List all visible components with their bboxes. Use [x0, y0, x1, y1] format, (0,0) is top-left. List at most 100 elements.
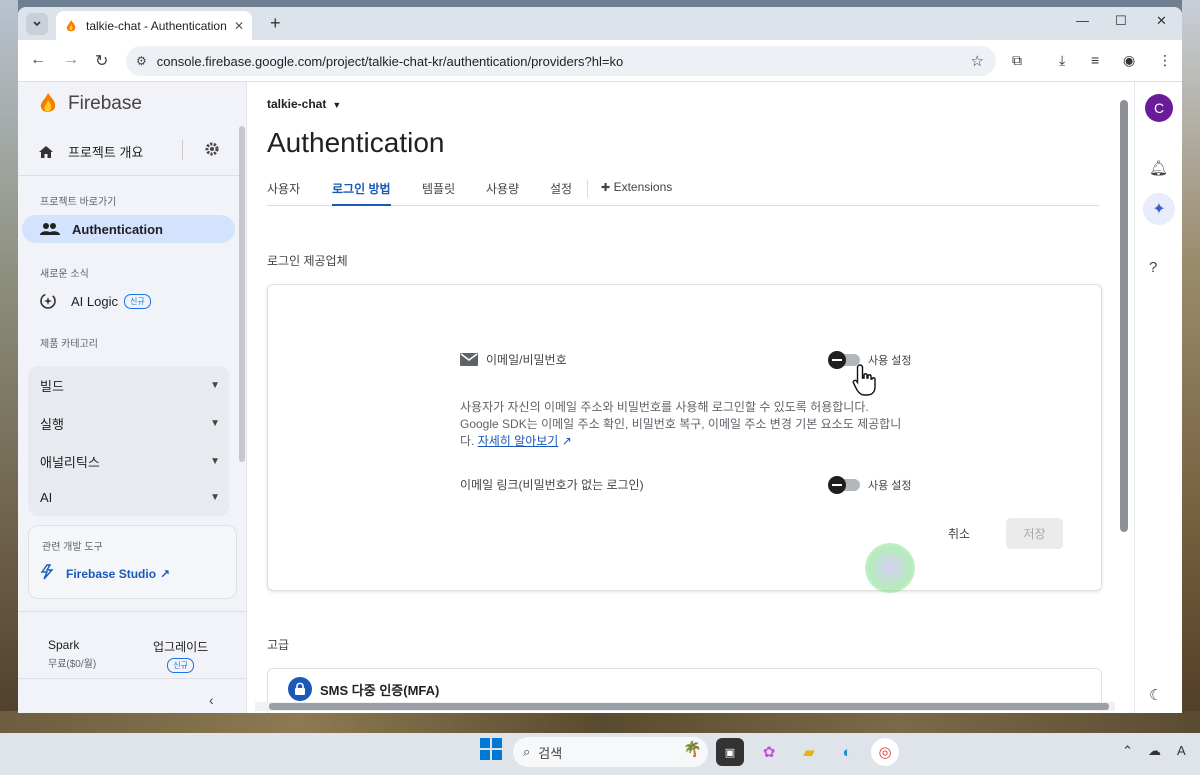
description-suffix: 다. [460, 434, 475, 448]
browser-tab[interactable]: talkie-chat - Authentication - F ✕ [56, 11, 252, 40]
windows-start-icon[interactable] [480, 738, 502, 760]
new-badge: 신규 [167, 658, 194, 673]
firebase-studio-link[interactable]: Firebase Studio ↗ [40, 564, 170, 583]
firebase-sidebar: Firebase 프로젝트 개요 프로젝트 바로가기 Authenticatio… [18, 82, 247, 713]
click-highlight [865, 543, 915, 593]
category-run[interactable]: 실행 ▼ [40, 414, 220, 433]
firebase-logo[interactable]: Firebase [38, 92, 142, 116]
search-highlight-icon: 🌴 [683, 741, 702, 758]
sidebar-item-authentication[interactable]: Authentication [22, 215, 235, 243]
taskbar-search[interactable]: ⌕ 검색 🌴 [513, 737, 708, 767]
site-info-icon[interactable]: ⚙ [136, 54, 147, 68]
sms-mfa-row[interactable]: SMS 다중 인증(MFA) [288, 677, 439, 701]
providers-heading: 로그인 제공업체 [267, 254, 348, 268]
extensions-icon[interactable]: ⧉ [1012, 52, 1022, 69]
vertical-scrollbar[interactable] [1120, 100, 1128, 532]
description-line-2: Google SDK는 이메일 주소 확인, 비밀번호 복구, 이메일 주소 변… [460, 417, 902, 431]
tab-close-icon[interactable]: ✕ [234, 19, 244, 33]
media-controls-icon[interactable]: ≡ [1091, 52, 1099, 68]
tab-usage[interactable]: 사용량 [486, 180, 519, 206]
project-selector[interactable]: talkie-chat ▼ [267, 97, 341, 111]
tab-users[interactable]: 사용자 [267, 180, 300, 206]
avatar[interactable]: C [1145, 94, 1173, 122]
sidebar-scrollbar[interactable] [239, 126, 245, 462]
main-content: talkie-chat ▼ Authentication 사용자 로그인 방법 템… [247, 82, 1130, 713]
category-ai[interactable]: AI ▼ [40, 490, 220, 505]
browser-window: talkie-chat - Authentication - F ✕ + — ☐… [18, 7, 1182, 713]
upgrade-label: 업그레이드 [153, 640, 209, 654]
cancel-button[interactable]: 취소 [948, 525, 970, 542]
plan-name: Spark [48, 638, 80, 652]
tab-title: talkie-chat - Authentication - F [86, 18, 228, 33]
email-link-toggle[interactable]: 사용 설정 [828, 476, 912, 494]
advanced-heading: 고급 [267, 638, 290, 652]
gear-icon[interactable] [204, 141, 220, 157]
ime-indicator[interactable]: A [1177, 743, 1186, 758]
copilot-icon[interactable]: ✿ [755, 738, 783, 766]
maximize-icon[interactable]: ☐ [1115, 13, 1127, 29]
toggle-track [828, 476, 860, 494]
file-explorer-icon[interactable]: ▰ [795, 738, 823, 766]
close-window-icon[interactable]: ✕ [1156, 13, 1167, 29]
chevron-down-icon: ▼ [210, 456, 220, 467]
desktop-wallpaper-left [0, 0, 18, 740]
divider [18, 611, 247, 612]
minimize-icon[interactable]: — [1076, 13, 1089, 28]
page-tabs: 사용자 로그인 방법 템플릿 사용량 설정 ✚ Extensions [267, 180, 1099, 206]
page-title: Authentication [267, 127, 445, 158]
collapse-sidebar-icon[interactable]: ‹ [209, 692, 214, 708]
download-icon[interactable]: ⤓ [1059, 52, 1065, 69]
tab-extensions[interactable]: ✚ Extensions [601, 180, 672, 206]
forward-arrow-icon[interactable]: → [63, 51, 79, 69]
task-view-icon[interactable]: ▣ [716, 738, 744, 766]
upgrade-button[interactable]: 업그레이드 신규 [153, 638, 208, 673]
provider-description: 사용자가 자신의 이메일 주소와 비밀번호를 사용해 로그인할 수 있도록 허용… [460, 399, 920, 450]
category-label: 빌드 [40, 379, 64, 394]
learn-more-link[interactable]: 자세히 알아보기 [478, 434, 559, 448]
reload-icon[interactable]: ↻ [95, 51, 108, 71]
brand-name: Firebase [68, 93, 142, 114]
tab-strip: talkie-chat - Authentication - F ✕ + — ☐… [18, 7, 1182, 40]
profile-icon[interactable]: ◉ [1123, 52, 1135, 69]
chevron-down-icon [33, 21, 41, 27]
sms-mfa-label: SMS 다중 인증(MFA) [320, 682, 440, 698]
mail-icon [460, 353, 478, 366]
more-menu-icon[interactable]: ⋮ [1158, 52, 1172, 69]
back-arrow-icon[interactable]: ← [30, 51, 46, 69]
tab-sign-in-method[interactable]: 로그인 방법 [332, 180, 391, 206]
chevron-down-icon: ▼ [210, 492, 220, 503]
bookmark-star-icon[interactable]: ☆ [971, 52, 984, 70]
edge-icon[interactable]: ◐ [833, 738, 861, 766]
email-link-label: 이메일 링크(비밀번호가 없는 로그인) [460, 478, 644, 492]
tab-search-button[interactable] [26, 13, 48, 35]
url-text: console.firebase.google.com/project/talk… [156, 53, 624, 69]
chrome-icon[interactable]: ◎ [871, 738, 899, 766]
category-build[interactable]: 빌드 ▼ [40, 376, 220, 395]
tray-chevron-icon[interactable]: ⌃ [1122, 743, 1133, 759]
search-icon: ⌕ [523, 744, 531, 759]
hand-cursor-icon [852, 364, 876, 396]
new-tab-button[interactable]: + [270, 13, 281, 34]
sidebar-item-ai-logic[interactable]: AI Logic 신규 [38, 292, 151, 310]
plan-price: 무료($0/월) [48, 659, 97, 670]
help-icon[interactable]: ? [1149, 259, 1157, 276]
new-badge: 신규 [123, 293, 151, 309]
address-bar[interactable]: ⚙ console.firebase.google.com/project/ta… [126, 46, 996, 76]
toggle-knob [828, 351, 846, 369]
lock-icon [288, 677, 312, 701]
bell-icon[interactable]: 🔔︎ [1149, 159, 1168, 177]
horizontal-scrollbar[interactable] [255, 702, 1115, 711]
divider [18, 175, 247, 176]
tab-settings[interactable]: 설정 [550, 180, 572, 206]
related-tools-box: 관련 개발 도구 Firebase Studio ↗ [28, 525, 237, 599]
project-overview-item[interactable]: 프로젝트 개요 [38, 140, 224, 161]
search-placeholder: 검색 [538, 745, 563, 761]
tab-templates[interactable]: 템플릿 [422, 180, 455, 206]
scrollbar-thumb[interactable] [269, 703, 1109, 710]
firebase-flame-icon [40, 93, 56, 112]
network-icon[interactable]: ☁ [1148, 743, 1161, 759]
gemini-sparkle-icon[interactable]: ✦ [1143, 193, 1175, 225]
dark-mode-icon[interactable]: ☾ [1149, 686, 1162, 704]
save-button[interactable]: 저장 [1006, 518, 1063, 549]
category-analytics[interactable]: 애널리틱스 ▼ [40, 452, 220, 471]
